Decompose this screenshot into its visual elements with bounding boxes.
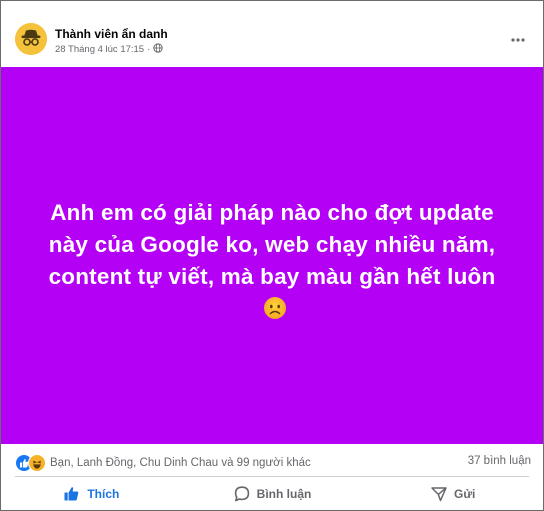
divider xyxy=(15,476,529,477)
post-text-line: này của Google ko, web chạy nhiều năm, xyxy=(48,232,496,257)
post-card: Thành viên ẩn danh 28 Tháng 4 lúc 17:15 … xyxy=(0,0,544,511)
haha-reaction-icon xyxy=(28,454,46,472)
send-label: Gửi xyxy=(454,487,476,501)
post-stats: Bạn, Lanh Đồng, Chu Dinh Chau và 99 ngườ… xyxy=(1,450,543,476)
send-icon xyxy=(431,487,447,502)
action-bar: Thích Bình luận Gửi xyxy=(1,480,543,508)
separator-dot: · xyxy=(147,44,151,55)
globe-icon xyxy=(153,43,163,56)
reaction-summary[interactable]: Bạn, Lanh Đồng, Chu Dinh Chau và 99 ngườ… xyxy=(15,454,311,472)
post-text: Anh em có giải pháp nào cho đợt update n… xyxy=(1,197,543,293)
reaction-names[interactable]: Bạn, Lanh Đồng, Chu Dinh Chau và 99 ngườ… xyxy=(50,457,311,469)
more-options-icon[interactable] xyxy=(507,29,529,51)
like-label: Thích xyxy=(87,487,120,501)
comment-label: Bình luận xyxy=(256,487,312,501)
comment-bubble-icon xyxy=(234,486,249,502)
post-text-line: content tự viết, mà bay màu gần hết luôn xyxy=(48,264,496,289)
post-header: Thành viên ẩn danh 28 Tháng 4 lúc 17:15 … xyxy=(1,1,543,67)
post-text-line: Anh em có giải pháp nào cho đợt update xyxy=(50,200,494,225)
send-button[interactable]: Gửi xyxy=(362,480,543,508)
post-timestamp[interactable]: 28 Tháng 4 lúc 17:15 xyxy=(55,44,144,55)
anonymous-avatar-icon[interactable] xyxy=(15,23,47,55)
author-name[interactable]: Thành viên ẩn danh xyxy=(55,27,168,41)
post-meta: 28 Tháng 4 lúc 17:15 · xyxy=(55,43,163,56)
disappointed-face-emoji xyxy=(263,296,287,320)
comment-count[interactable]: 37 bình luận xyxy=(468,455,531,467)
comment-button[interactable]: Bình luận xyxy=(182,480,363,508)
thumbs-up-icon xyxy=(64,487,79,501)
like-button[interactable]: Thích xyxy=(1,480,182,508)
